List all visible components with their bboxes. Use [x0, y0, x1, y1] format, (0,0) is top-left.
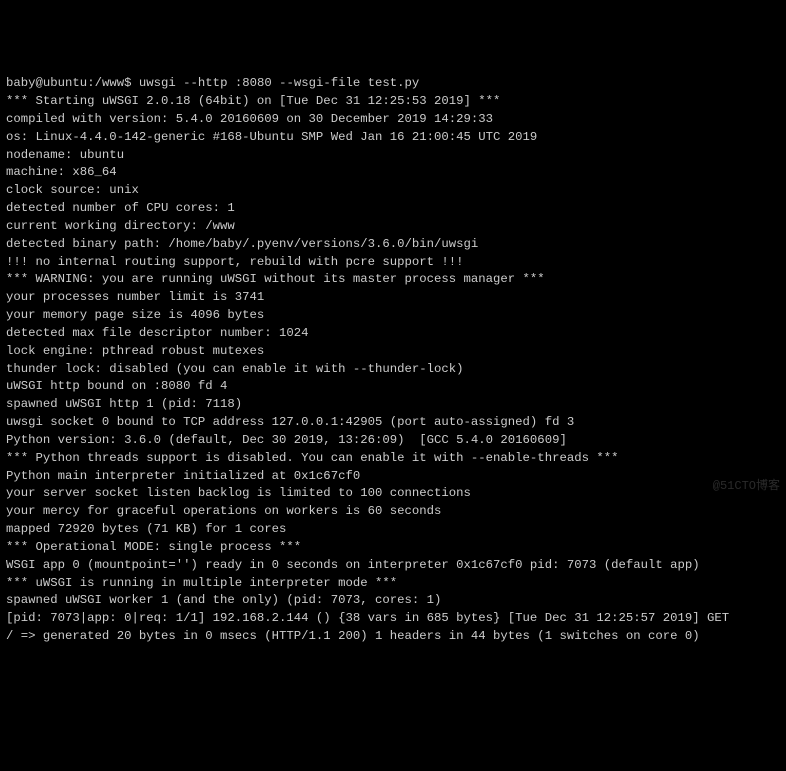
output-line: *** uWSGI is running in multiple interpr…	[6, 575, 780, 593]
output-line: detected number of CPU cores: 1	[6, 200, 780, 218]
prompt-symbol: $	[124, 76, 131, 90]
output-line: !!! no internal routing support, rebuild…	[6, 254, 780, 272]
output-line: *** WARNING: you are running uWSGI witho…	[6, 271, 780, 289]
output-line: Python version: 3.6.0 (default, Dec 30 2…	[6, 432, 780, 450]
output-line: uwsgi socket 0 bound to TCP address 127.…	[6, 414, 780, 432]
output-line: Python main interpreter initialized at 0…	[6, 468, 780, 486]
output-line: detected binary path: /home/baby/.pyenv/…	[6, 236, 780, 254]
output-line: spawned uWSGI http 1 (pid: 7118)	[6, 396, 780, 414]
output-line: uWSGI http bound on :8080 fd 4	[6, 378, 780, 396]
output-line: your memory page size is 4096 bytes	[6, 307, 780, 325]
output-line: lock engine: pthread robust mutexes	[6, 343, 780, 361]
output-line: *** Python threads support is disabled. …	[6, 450, 780, 468]
output-line: nodename: ubuntu	[6, 147, 780, 165]
prompt-path: /www	[95, 76, 125, 90]
typed-command: uwsgi --http :8080 --wsgi-file test.py	[139, 76, 419, 90]
output-line: your server socket listen backlog is lim…	[6, 485, 780, 503]
output-line: current working directory: /www	[6, 218, 780, 236]
output-line: [pid: 7073|app: 0|req: 1/1] 192.168.2.14…	[6, 610, 780, 628]
output-line: / => generated 20 bytes in 0 msecs (HTTP…	[6, 628, 780, 646]
output-line: machine: x86_64	[6, 164, 780, 182]
output-line: spawned uWSGI worker 1 (and the only) (p…	[6, 592, 780, 610]
output-line: compiled with version: 5.4.0 20160609 on…	[6, 111, 780, 129]
output-line: detected max file descriptor number: 102…	[6, 325, 780, 343]
output-line: *** Starting uWSGI 2.0.18 (64bit) on [Tu…	[6, 93, 780, 111]
output-line: your processes number limit is 3741	[6, 289, 780, 307]
output-line: clock source: unix	[6, 182, 780, 200]
output-line: *** Operational MODE: single process ***	[6, 539, 780, 557]
output-line: os: Linux-4.4.0-142-generic #168-Ubuntu …	[6, 129, 780, 147]
watermark-text: @51CTO博客	[713, 478, 780, 495]
output-line: your mercy for graceful operations on wo…	[6, 503, 780, 521]
output-line: mapped 72920 bytes (71 KB) for 1 cores	[6, 521, 780, 539]
output-line: WSGI app 0 (mountpoint='') ready in 0 se…	[6, 557, 780, 575]
output-line: thunder lock: disabled (you can enable i…	[6, 361, 780, 379]
shell-prompt-line[interactable]: baby@ubuntu:/www$ uwsgi --http :8080 --w…	[6, 75, 780, 93]
prompt-user-host: baby@ubuntu	[6, 76, 87, 90]
